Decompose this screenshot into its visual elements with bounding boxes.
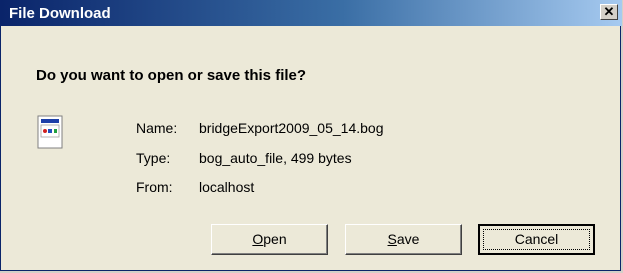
save-button[interactable]: Save — [345, 224, 462, 255]
open-button[interactable]: Open — [211, 224, 328, 255]
open-label: pen — [263, 231, 287, 247]
file-icon — [37, 115, 63, 149]
close-button[interactable]: ✕ — [600, 4, 618, 20]
file-name: bridgeExport2009_05_14.bog — [199, 120, 384, 136]
title-bar[interactable]: File Download ✕ — [1, 0, 622, 26]
cancel-label: Cancel — [514, 231, 559, 247]
save-mnemonic: S — [387, 231, 397, 247]
open-mnemonic: O — [252, 231, 264, 247]
file-type: bog_auto_file, 499 bytes — [199, 150, 352, 166]
name-label: Name: — [136, 120, 178, 136]
save-label: ave — [396, 231, 420, 247]
file-source: localhost — [199, 179, 255, 195]
file-download-dialog: File Download ✕ Do you want to open or s… — [0, 0, 622, 271]
dialog-title: File Download — [9, 5, 111, 22]
type-label: Type: — [136, 150, 171, 166]
question-text: Do you want to open or save this file? — [36, 67, 307, 84]
close-icon: ✕ — [603, 4, 615, 19]
from-label: From: — [136, 179, 173, 195]
cancel-button[interactable]: Cancel — [478, 224, 595, 255]
